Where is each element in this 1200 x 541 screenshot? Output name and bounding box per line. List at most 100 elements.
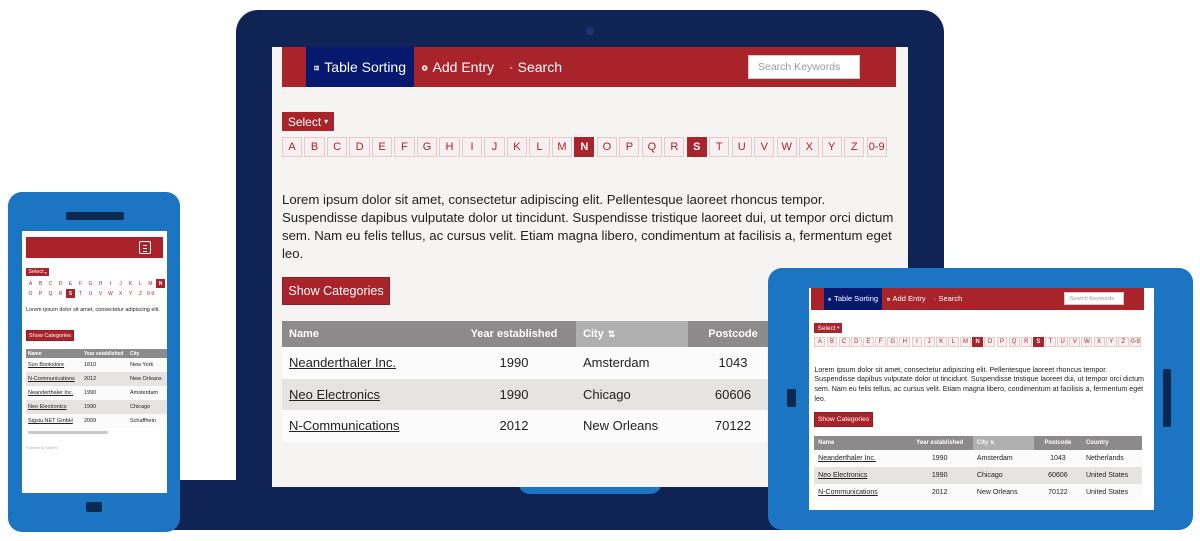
table-scrollbar[interactable] [28, 431, 108, 434]
company-link[interactable]: N-Communications [818, 489, 878, 496]
company-link[interactable]: Neanderthaler Inc. [28, 390, 73, 396]
alpha-letter-d[interactable]: D [56, 279, 65, 288]
column-header-city[interactable]: City ⇅ [576, 321, 688, 347]
alpha-letter-z[interactable]: Z [136, 289, 145, 298]
search-input[interactable]: Search Keywords [748, 55, 860, 79]
alpha-letter-x[interactable]: X [1093, 336, 1105, 348]
show-categories-button[interactable]: Show Categories [282, 277, 390, 305]
alpha-letter-h[interactable]: H [439, 137, 460, 157]
alpha-letter-j[interactable]: J [923, 336, 935, 348]
alpha-letter-e[interactable]: E [862, 336, 874, 348]
table-cell[interactable]: Sigsiu.NET GmbH [26, 414, 82, 428]
alpha-letter-k[interactable]: K [126, 279, 135, 288]
alpha-letter-m[interactable]: M [960, 336, 971, 348]
column-header-year-established[interactable]: Year established [906, 436, 973, 450]
alpha-letter-0-9[interactable]: 0-9 [866, 137, 887, 157]
alpha-letter-w[interactable]: W [106, 289, 115, 298]
company-link[interactable]: Sigsiu.NET GmbH [28, 418, 73, 424]
company-link[interactable]: Neo Electronics [28, 404, 67, 410]
alpha-letter-b[interactable]: B [36, 279, 45, 288]
alpha-letter-r[interactable]: R [664, 137, 685, 157]
alpha-letter-f[interactable]: F [875, 336, 886, 348]
alpha-letter-y[interactable]: Y [1105, 336, 1117, 348]
alpha-letter-x[interactable]: X [799, 137, 820, 157]
alpha-letter-h[interactable]: H [96, 279, 105, 288]
column-header-name[interactable]: Name [282, 321, 452, 347]
alpha-letter-e[interactable]: E [371, 137, 393, 157]
alpha-letter-t[interactable]: T [709, 137, 730, 157]
nav-item-add-entry[interactable]: Add Entry [882, 288, 930, 310]
company-link[interactable]: N-Communications [289, 418, 400, 433]
table-cell[interactable]: Sun Bookstore [26, 358, 82, 372]
select-dropdown[interactable]: Select ▾ [814, 323, 843, 334]
alpha-letter-c[interactable]: C [46, 279, 55, 288]
alpha-letter-q[interactable]: Q [46, 289, 55, 298]
alpha-letter-n[interactable]: N [972, 336, 984, 348]
table-cell[interactable]: Neanderthaler Inc. [26, 386, 82, 400]
alpha-letter-z[interactable]: Z [1117, 336, 1129, 348]
table-cell[interactable]: N-Communications [282, 410, 452, 442]
alpha-letter-l[interactable]: L [947, 336, 959, 348]
table-cell[interactable]: N-Communications [814, 484, 906, 501]
nav-item-add-entry[interactable]: Add Entry [414, 47, 502, 87]
alpha-letter-b[interactable]: B [304, 137, 325, 157]
phone-show-categories-button[interactable]: Show Categories [26, 330, 74, 341]
alpha-letter-o[interactable]: O [26, 289, 35, 298]
alpha-letter-m[interactable]: M [146, 279, 155, 288]
alpha-letter-c[interactable]: C [326, 137, 348, 157]
alpha-letter-m[interactable]: M [551, 137, 572, 157]
alpha-letter-s[interactable]: S [686, 137, 707, 157]
column-header-postcode[interactable]: Postcode [688, 321, 778, 347]
alpha-letter-l[interactable]: L [136, 279, 145, 288]
alpha-letter-s[interactable]: S [66, 289, 75, 298]
column-header-name[interactable]: Name [26, 349, 82, 358]
hamburger-menu-icon[interactable] [139, 241, 151, 254]
show-categories-button[interactable]: Show Categories [814, 412, 873, 428]
column-header-postcode[interactable]: Postcode [1034, 436, 1083, 450]
alpha-letter-f[interactable]: F [76, 279, 85, 288]
column-header-country[interactable]: Country [1082, 436, 1141, 450]
alpha-letter-l[interactable]: L [529, 137, 550, 157]
alpha-letter-y[interactable]: Y [821, 137, 842, 157]
alpha-letter-e[interactable]: E [66, 279, 75, 288]
alpha-letter-u[interactable]: U [731, 137, 752, 157]
column-header-name[interactable]: Name [814, 436, 906, 450]
alpha-letter-k[interactable]: K [506, 137, 528, 157]
company-link[interactable]: Sun Bookstore [28, 362, 64, 368]
company-link[interactable]: Neanderthaler Inc. [289, 355, 396, 370]
alpha-letter-0-9[interactable]: 0-9 [146, 289, 155, 298]
nav-item-search[interactable]: Search [502, 47, 570, 87]
alpha-letter-v[interactable]: V [96, 289, 105, 298]
alpha-letter-q[interactable]: Q [1008, 336, 1020, 348]
nav-item-table-sorting[interactable]: Table Sorting [824, 288, 883, 310]
alpha-letter-p[interactable]: P [36, 289, 45, 298]
table-cell[interactable]: Neo Electronics [282, 379, 452, 411]
alpha-letter-j[interactable]: J [484, 137, 505, 157]
table-cell[interactable]: Neanderthaler Inc. [282, 347, 452, 379]
table-cell[interactable]: Neanderthaler Inc. [814, 450, 906, 467]
company-link[interactable]: N-Communications [28, 376, 75, 382]
alpha-letter-c[interactable]: C [838, 336, 850, 348]
nav-item-search[interactable]: Search [930, 288, 967, 310]
alpha-letter-f[interactable]: F [394, 137, 415, 157]
alpha-letter-s[interactable]: S [1032, 336, 1044, 348]
nav-item-table-sorting[interactable]: Table Sorting [306, 47, 414, 87]
alpha-letter-i[interactable]: I [106, 279, 115, 288]
alpha-letter-h[interactable]: H [899, 336, 911, 348]
alpha-letter-p[interactable]: P [619, 137, 640, 157]
alpha-letter-u[interactable]: U [1057, 336, 1069, 348]
alpha-letter-d[interactable]: D [850, 336, 862, 348]
company-link[interactable]: Neanderthaler Inc. [818, 455, 876, 462]
alpha-letter-j[interactable]: J [116, 279, 125, 288]
alpha-letter-p[interactable]: P [996, 336, 1008, 348]
alpha-letter-r[interactable]: R [1020, 336, 1032, 348]
alpha-letter-o[interactable]: O [596, 137, 617, 157]
alpha-letter-k[interactable]: K [935, 336, 947, 348]
alpha-letter-u[interactable]: U [86, 289, 95, 298]
select-dropdown[interactable]: Select ▾ [282, 112, 334, 131]
alpha-letter-x[interactable]: X [116, 289, 125, 298]
column-header-year-established[interactable]: Year established [452, 321, 576, 347]
table-cell[interactable]: Neo Electronics [26, 400, 82, 414]
alpha-letter-t[interactable]: T [1045, 336, 1056, 348]
alpha-letter-v[interactable]: V [754, 137, 775, 157]
